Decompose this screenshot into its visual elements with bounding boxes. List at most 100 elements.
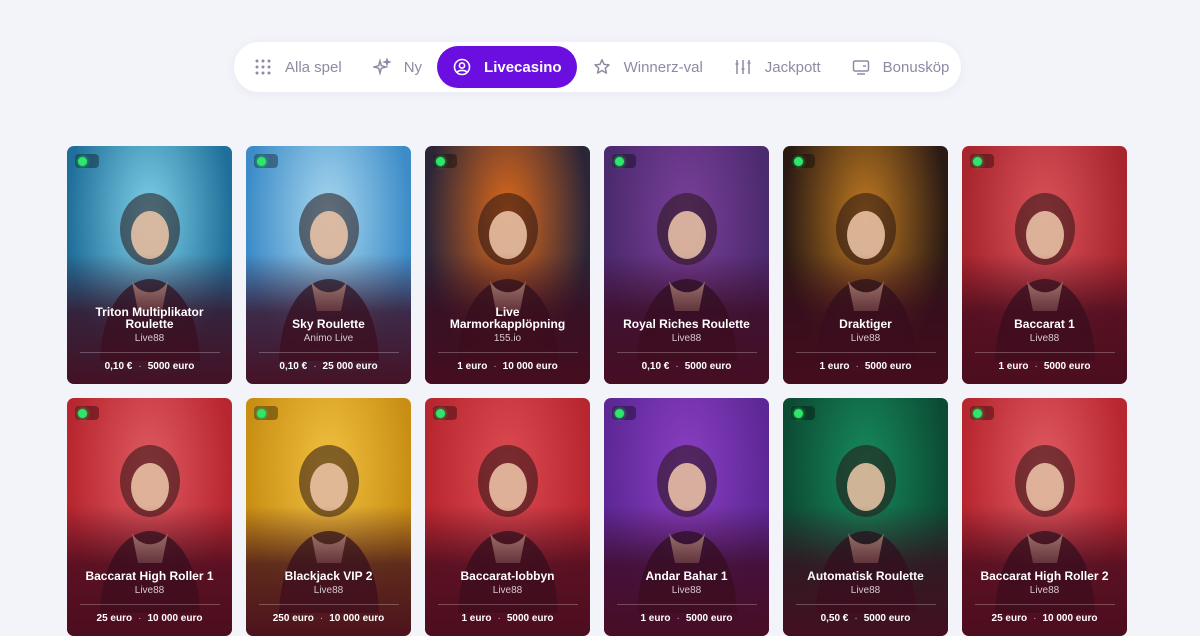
max-bet: 25 000 euro: [322, 361, 378, 372]
live-indicator-icon: [433, 154, 457, 168]
game-card[interactable]: Andar Bahar 1 Live88 1 euro · 5000 euro: [604, 398, 769, 636]
separator: ·: [1034, 361, 1038, 372]
live-indicator-icon: [791, 406, 815, 420]
tab-bonusköp[interactable]: Bonusköp: [836, 46, 965, 88]
game-info: Sky Roulette Animo Live 0,10 € · 25 000 euro: [246, 298, 411, 384]
game-card[interactable]: Baccarat High Roller 2 Live88 25 euro · 10 0…: [962, 398, 1127, 636]
live-indicator-icon: [970, 406, 994, 420]
game-info: Baccarat High Roller 2 Live88 25 euro · 10 0…: [962, 550, 1127, 636]
separator: ·: [138, 613, 142, 624]
game-card[interactable]: Automatisk Roulette Live88 0,50 € · 5000 eur…: [783, 398, 948, 636]
game-card[interactable]: Baccarat 1 Live88 1 euro · 5000 euro: [962, 146, 1127, 384]
divider: [79, 352, 220, 353]
bet-limits: 1 euro · 10 000 euro: [457, 361, 557, 372]
game-title: Live Marmorkapplöpning: [449, 305, 566, 331]
bet-limits: 0,50 € · 5000 euro: [821, 613, 911, 624]
divider: [974, 352, 1115, 353]
min-bet: 25 euro: [96, 613, 133, 624]
game-info: Draktiger Live88 1 euro · 5000 euro: [783, 298, 948, 384]
grid-icon: [253, 57, 273, 77]
game-card[interactable]: Sky Roulette Animo Live 0,10 € · 25 000 euro: [246, 146, 411, 384]
bet-limits: 1 euro · 5000 euro: [461, 613, 553, 624]
max-bet: 10 000 euro: [329, 613, 385, 624]
bet-limits: 25 euro · 10 000 euro: [992, 613, 1098, 624]
game-title: Andar Bahar 1: [645, 569, 728, 583]
category-tabs: Alla spel Ny Livecasino Winnerz-val Jackpott…: [234, 42, 961, 92]
tab-livecasino[interactable]: Livecasino: [437, 46, 577, 88]
game-card[interactable]: Draktiger Live88 1 euro · 5000 euro: [783, 146, 948, 384]
category-nav-area: Alla spel Ny Livecasino Winnerz-val Jackpott…: [0, 0, 1200, 135]
max-bet: 5000 euro: [863, 613, 911, 624]
divider: [437, 352, 578, 353]
separator: ·: [493, 361, 497, 372]
game-title: Baccarat-lobbyn: [460, 569, 555, 583]
max-bet: 5000 euro: [147, 361, 195, 372]
separator: ·: [138, 361, 142, 372]
live-indicator-icon: [612, 406, 636, 420]
tab-label: Alla spel: [285, 58, 342, 76]
divider: [79, 604, 220, 605]
game-title: Royal Riches Roulette: [623, 317, 750, 331]
live-indicator-icon: [970, 154, 994, 168]
game-provider: 155.io: [493, 333, 522, 344]
game-title: Baccarat High Roller 1: [85, 569, 214, 583]
live-indicator-icon: [612, 154, 636, 168]
min-bet: 1 euro: [457, 361, 488, 372]
divider: [795, 352, 936, 353]
game-card[interactable]: Royal Riches Roulette Live88 0,10 € · 5000 e…: [604, 146, 769, 384]
separator: ·: [497, 613, 501, 624]
game-card[interactable]: Baccarat-lobbyn Live88 1 euro · 5000 euro: [425, 398, 590, 636]
separator: ·: [854, 613, 858, 624]
game-grid: Triton Multiplikator Roulette Live88 0,10 …: [67, 146, 1129, 636]
game-provider: Live88: [134, 585, 165, 596]
game-info: Andar Bahar 1 Live88 1 euro · 5000 euro: [604, 550, 769, 636]
min-bet: 1 euro: [461, 613, 492, 624]
separator: ·: [855, 361, 859, 372]
game-provider: Live88: [134, 333, 165, 344]
bet-limits: 1 euro · 5000 euro: [640, 613, 732, 624]
tab-label: Bonusköp: [882, 58, 950, 76]
bet-limits: 0,10 € · 5000 euro: [642, 361, 732, 372]
divider: [258, 352, 399, 353]
live-indicator-icon: [75, 154, 99, 168]
bet-limits: 0,10 € · 25 000 euro: [279, 361, 377, 372]
max-bet: 10 000 euro: [502, 361, 558, 372]
game-card[interactable]: Baccarat High Roller 1 Live88 25 euro · 10 0…: [67, 398, 232, 636]
min-bet: 250 euro: [272, 613, 314, 624]
game-provider: Live88: [850, 333, 881, 344]
tab-winnerz-val[interactable]: Winnerz-val: [577, 46, 718, 88]
min-bet: 0,50 €: [820, 613, 849, 624]
game-info: Baccarat-lobbyn Live88 1 euro · 5000 euro: [425, 550, 590, 636]
game-provider: Live88: [313, 585, 344, 596]
game-card[interactable]: Triton Multiplikator Roulette Live88 0,10 …: [67, 146, 232, 384]
min-bet: 1 euro: [640, 613, 671, 624]
game-info: Automatisk Roulette Live88 0,50 € · 5000 eur…: [783, 550, 948, 636]
game-info: Live Marmorkapplöpning 155.io 1 euro · 10 00…: [425, 298, 590, 384]
divider: [437, 604, 578, 605]
sliders-icon: [733, 57, 753, 77]
tab-jackpott[interactable]: Jackpott: [718, 46, 836, 88]
game-provider: Live88: [671, 333, 702, 344]
tab-ny[interactable]: Ny: [357, 46, 437, 88]
live-indicator-icon: [75, 406, 99, 420]
tab-label: Winnerz-val: [623, 58, 703, 76]
separator: ·: [675, 361, 679, 372]
live-indicator-icon: [433, 406, 457, 420]
game-title: Draktiger: [839, 317, 892, 331]
game-info: Baccarat 1 Live88 1 euro · 5000 euro: [962, 298, 1127, 384]
game-title: Blackjack VIP 2: [284, 569, 373, 583]
game-card[interactable]: Blackjack VIP 2 Live88 250 euro · 10 000 eur…: [246, 398, 411, 636]
live-indicator-icon: [791, 154, 815, 168]
divider: [258, 604, 399, 605]
game-provider: Live88: [492, 585, 523, 596]
bet-limits: 250 euro · 10 000 euro: [273, 613, 385, 624]
tab-label: Jackpott: [764, 58, 821, 76]
tab-alla-spel[interactable]: Alla spel: [238, 46, 357, 88]
user-circle-icon: [452, 57, 472, 77]
divider: [795, 604, 936, 605]
bet-limits: 1 euro · 5000 euro: [819, 361, 911, 372]
divider: [974, 604, 1115, 605]
min-bet: 1 euro: [998, 361, 1029, 372]
game-card[interactable]: Live Marmorkapplöpning 155.io 1 euro · 10 00…: [425, 146, 590, 384]
game-info: Blackjack VIP 2 Live88 250 euro · 10 000 eur…: [246, 550, 411, 636]
